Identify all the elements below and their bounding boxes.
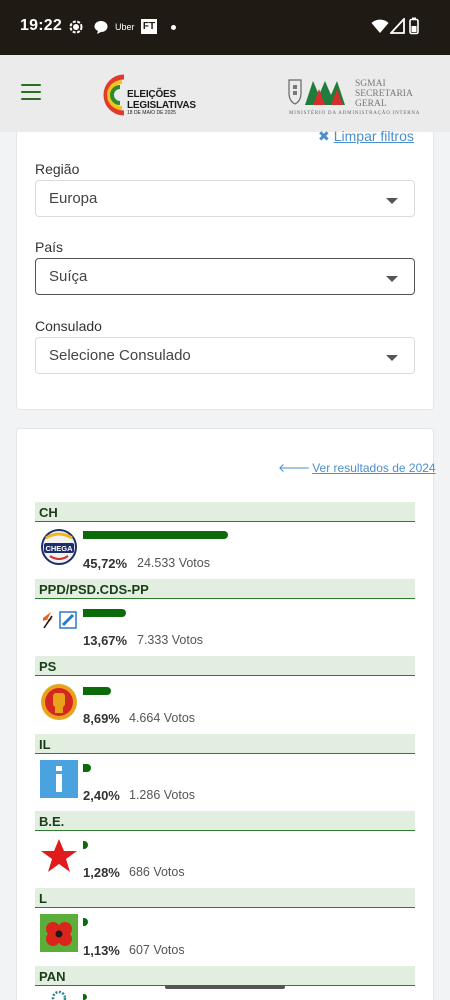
sgmai-logo-mark bbox=[288, 79, 345, 105]
party-header-ppd-psd-cds-pp: PPD/PSD.CDS-PP bbox=[35, 579, 415, 599]
vote-count: 686 Votos bbox=[129, 865, 185, 879]
party-header-ch: CH bbox=[35, 502, 415, 522]
status-time: 19:22 bbox=[20, 17, 62, 34]
cellular-signal-icon bbox=[390, 18, 405, 34]
party-header-be: B.E. bbox=[35, 811, 415, 831]
sgmai-logo[interactable]: SGMAI SECRETARIA GERAL MINISTÉRIO DA ADM… bbox=[287, 77, 421, 117]
ppd-psd-cds-pp-logo-icon bbox=[43, 611, 77, 629]
vote-share-bar bbox=[83, 764, 91, 772]
ps-logo-icon bbox=[41, 684, 77, 720]
ft-notification-icon: FT bbox=[141, 19, 157, 34]
region-select[interactable]: Europa bbox=[35, 180, 415, 217]
sgmai-logo-subtitle: MINISTÉRIO DA ADMINISTRAÇÃO INTERNA bbox=[289, 111, 421, 116]
country-label: País bbox=[35, 239, 64, 255]
consulate-select-value: Selecione Consulado bbox=[49, 347, 191, 364]
consulate-select[interactable]: Selecione Consulado bbox=[35, 337, 415, 374]
vote-share-bar bbox=[83, 531, 228, 539]
vote-percentage: 13,67% bbox=[83, 633, 128, 648]
party-header-l: L bbox=[35, 888, 415, 908]
chevron-down-icon bbox=[386, 276, 398, 282]
party-header-ps: PS bbox=[35, 656, 415, 676]
chevron-down-icon bbox=[386, 355, 398, 361]
wifi-icon bbox=[371, 19, 389, 33]
elections-logo[interactable]: ELEIÇÕES LEGISLATIVAS 18 DE MAIO DE 2025 bbox=[96, 71, 196, 119]
vote-percentage: 2,40% bbox=[83, 788, 120, 803]
region-label: Região bbox=[35, 161, 80, 177]
elections-logo-text: ELEIÇÕES LEGISLATIVAS bbox=[127, 89, 196, 111]
previous-results-link[interactable]: 🡐 Ver resultados de 2024 bbox=[278, 460, 436, 475]
home-indicator[interactable] bbox=[165, 985, 285, 989]
hamburger-menu-icon[interactable] bbox=[21, 84, 41, 102]
vote-percentage: 45,72% bbox=[83, 556, 128, 571]
pan-logo-icon bbox=[51, 990, 67, 1000]
status-bar: 19:22 Uber FT bbox=[0, 0, 450, 55]
vote-count: 1.286 Votos bbox=[129, 788, 196, 802]
region-select-value: Europa bbox=[49, 190, 98, 207]
livre-logo-icon bbox=[40, 914, 78, 952]
app-header: ELEIÇÕES LEGISLATIVAS 18 DE MAIO DE 2025… bbox=[0, 55, 450, 132]
battery-icon bbox=[409, 17, 419, 35]
vote-percentage: 1,13% bbox=[83, 943, 120, 958]
party-header-pan: PAN bbox=[35, 966, 415, 986]
clear-filters-link[interactable]: ✖ Limpar filtros bbox=[318, 128, 414, 145]
vote-count: 24.533 Votos bbox=[137, 556, 210, 570]
sgmai-logo-text: SGMAI SECRETARIA GERAL bbox=[355, 79, 413, 109]
chat-icon bbox=[94, 21, 108, 34]
arrow-left-icon: 🡐 bbox=[278, 461, 311, 475]
vote-count: 607 Votos bbox=[129, 943, 185, 957]
chevron-down-icon bbox=[386, 198, 398, 204]
vote-percentage: 8,69% bbox=[83, 711, 120, 726]
consulate-label: Consulado bbox=[35, 318, 102, 334]
vote-count: 4.664 Votos bbox=[129, 711, 196, 725]
country-select-value: Suíça bbox=[49, 268, 88, 285]
sync-icon bbox=[69, 20, 83, 34]
be-logo-icon bbox=[41, 839, 77, 872]
party-header-il: IL bbox=[35, 734, 415, 754]
more-notifications-dot bbox=[171, 25, 176, 30]
svg-text:CHEGA: CHEGA bbox=[45, 544, 73, 553]
vote-share-bar bbox=[83, 687, 111, 695]
vote-percentage: 1,28% bbox=[83, 865, 120, 880]
close-icon: ✖ bbox=[318, 128, 330, 144]
elections-logo-date: 18 DE MAIO DE 2025 bbox=[127, 110, 176, 116]
il-logo-icon bbox=[40, 760, 78, 798]
uber-notification-icon: Uber bbox=[115, 22, 135, 32]
vote-share-bar bbox=[83, 609, 127, 617]
chega-logo-icon: CHEGA bbox=[41, 529, 77, 565]
country-select[interactable]: Suíça bbox=[35, 258, 415, 295]
vote-count: 7.333 Votos bbox=[137, 633, 204, 647]
